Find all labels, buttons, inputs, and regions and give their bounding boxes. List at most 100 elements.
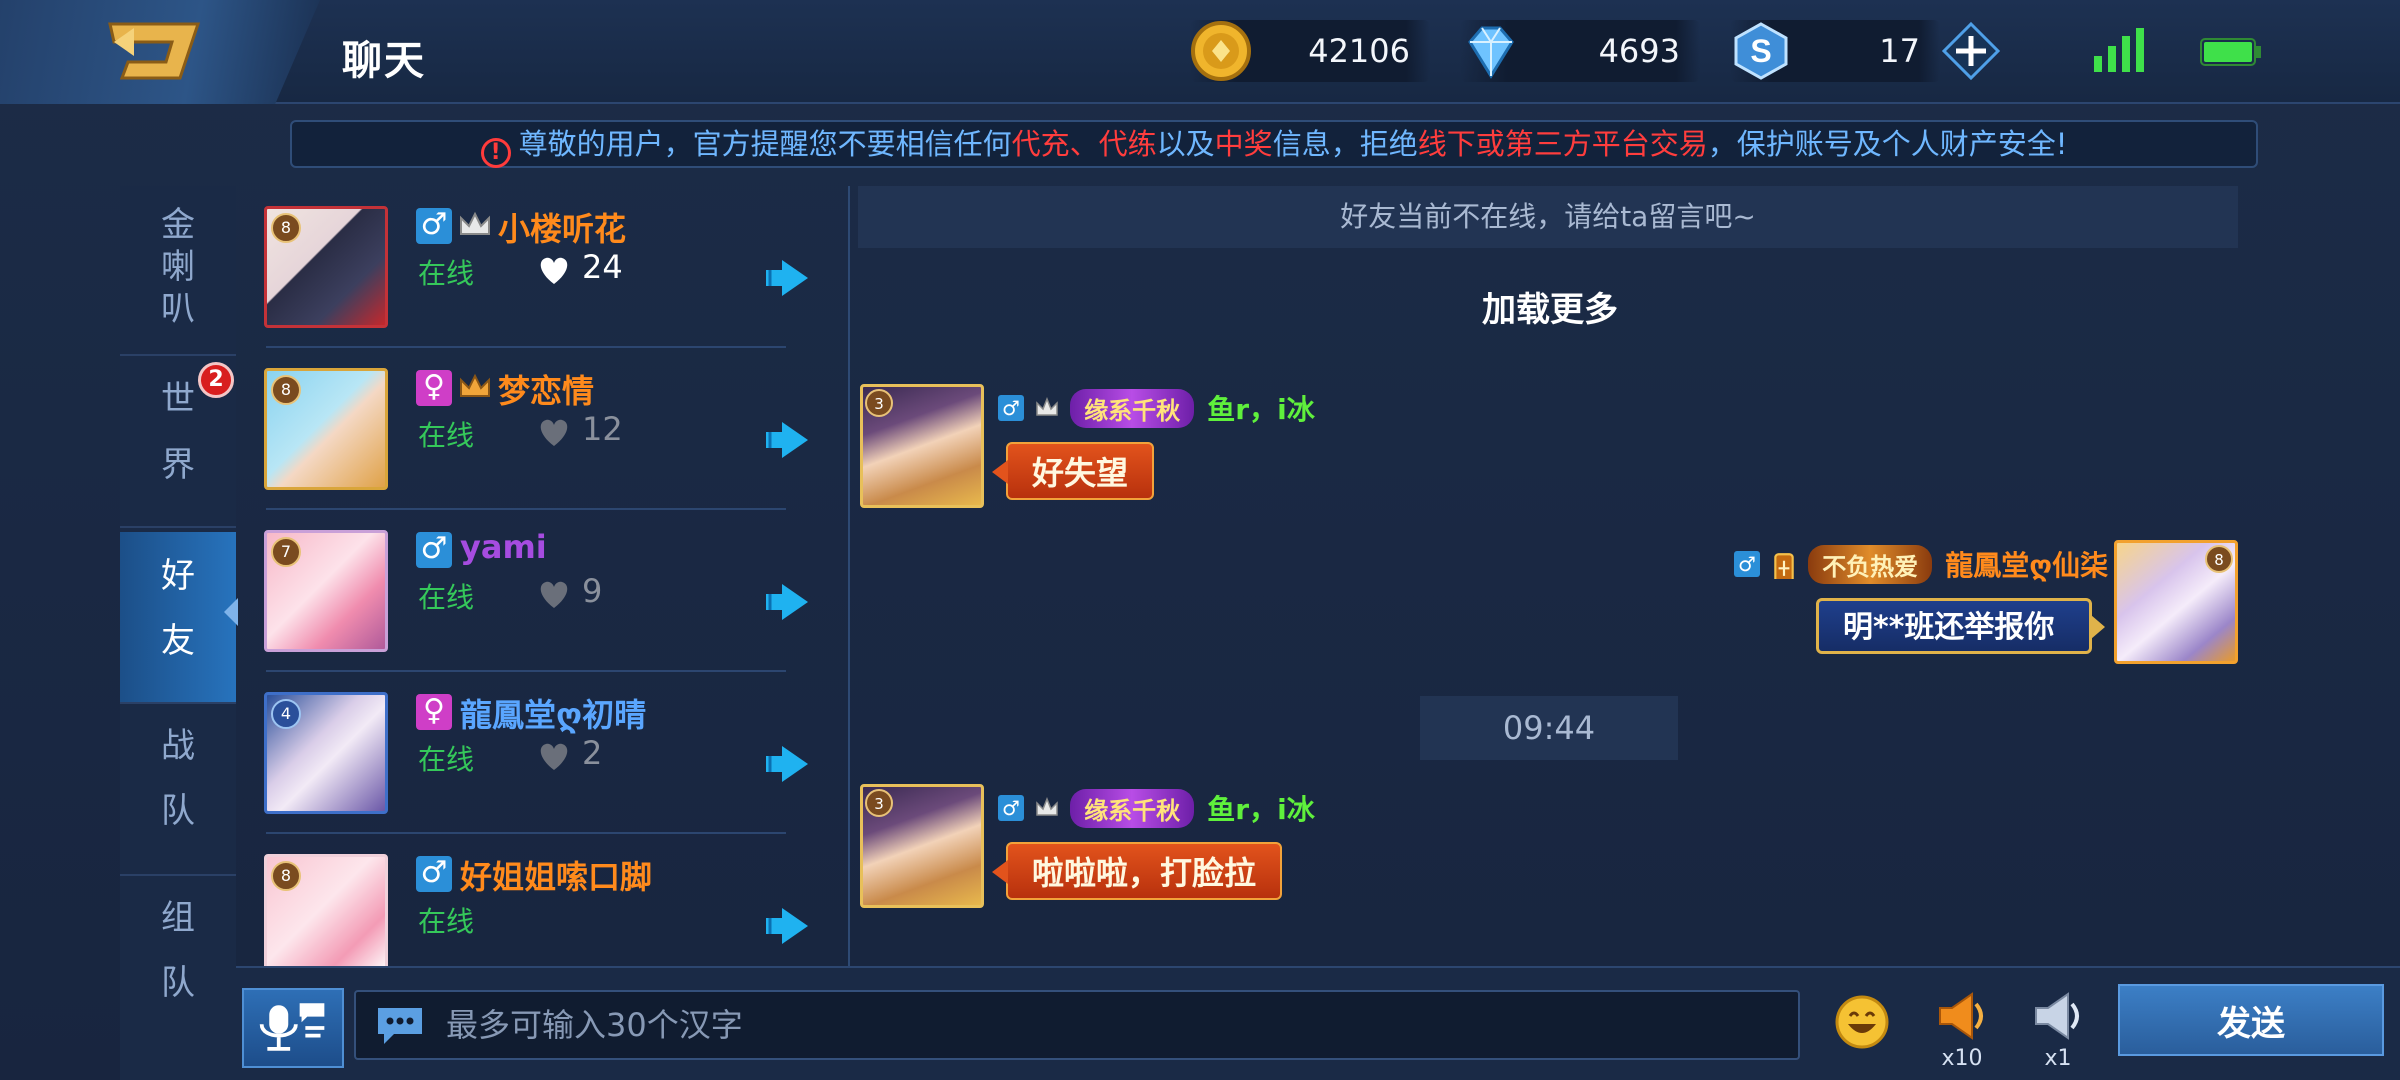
message-sender: ♂ 不负热爱 龍鳳堂ღ仙柒 [1734, 544, 2108, 584]
gold-coin-icon [1191, 21, 1251, 81]
tab-world[interactable]: 世 界 2 [120, 356, 236, 528]
gold-value: 42106 [1308, 32, 1410, 70]
voucher-counter: S 17 [1730, 20, 1940, 82]
page-title: 聊天 [342, 38, 426, 84]
avatar: 7 [264, 530, 388, 652]
message-bubble: 明**班还举报你 [1816, 598, 2105, 654]
avatar: 4 [264, 692, 388, 814]
chevron-right-icon[interactable] [766, 420, 810, 460]
friend-list: 8 ♂ 小楼听花 在线 24 8 ♀ 梦恋情 在线 12 7 ♂ yami 在线… [236, 186, 850, 966]
sender-name: 鱼r，i冰 [1207, 393, 1315, 426]
voucher-icon: S [1734, 22, 1788, 80]
loudspeaker-icon [1939, 992, 1983, 1040]
heart-count: 2 [582, 734, 603, 772]
male-icon: ♂ [1734, 551, 1760, 577]
friend-row[interactable]: 7 ♂ yami 在线 9 [236, 510, 848, 672]
security-notice: ! 尊敬的用户，官方提醒您不要相信任何代充、代练以及中奖信息，拒绝线下或第三方平台… [290, 120, 2258, 168]
friend-row[interactable]: 8 ♂ 小楼听花 在线 24 [236, 186, 848, 348]
big-horn-button[interactable]: x10 [1932, 988, 1992, 1080]
loudspeaker-icon [2035, 992, 2079, 1040]
diamond-value: 4693 [1598, 32, 1680, 70]
channel-tabs: 金 喇 叭 世 界 2 好 友 战 队 组 队 [120, 186, 238, 1080]
avatar: 8 [264, 206, 388, 328]
online-status: 在线 [418, 905, 475, 938]
gold-counter: 42106 [1190, 20, 1430, 82]
friend-name: 龍鳳堂ღ初晴 [460, 696, 647, 734]
online-status: 在线 [418, 257, 475, 290]
online-status: 在线 [418, 419, 475, 452]
sender-name: 龍鳳堂ღ仙柒 [1945, 549, 2109, 582]
heart-count: 24 [582, 248, 623, 286]
message-sender: ♂ 缘系千秋 鱼r，i冰 [998, 388, 1315, 428]
chevron-right-icon[interactable] [766, 744, 810, 784]
chevron-right-icon[interactable] [766, 906, 810, 946]
diamond-counter: 4693 [1460, 20, 1700, 82]
heart-count: 12 [582, 410, 623, 448]
male-icon: ♂ [998, 795, 1024, 821]
title-badge: 缘系千秋 [1070, 388, 1195, 428]
heart-icon [540, 257, 568, 284]
message-timestamp: 09:44 [1420, 696, 1678, 760]
title-badge: 缘系千秋 [1070, 788, 1195, 828]
male-icon: ♂ [416, 856, 452, 892]
chevron-right-icon[interactable] [766, 582, 810, 622]
female-icon: ♀ [416, 370, 452, 406]
friend-row[interactable]: 8 ♂ 好姐姐嗦口脚 在线 [236, 834, 848, 966]
offline-notice: 好友当前不在线，请给ta留言吧~ [858, 186, 2238, 248]
avatar[interactable]: 3 [860, 784, 984, 908]
medal-icon [1774, 553, 1794, 579]
warning-icon: ! [480, 138, 511, 168]
friend-name: 梦恋情 [498, 372, 595, 410]
female-icon: ♀ [416, 694, 452, 730]
male-icon: ♂ [416, 208, 452, 244]
unread-badge: 2 [198, 362, 234, 398]
small-horn-button[interactable]: x1 [2028, 988, 2088, 1080]
male-icon: ♂ [998, 395, 1024, 421]
svg-text:S: S [1750, 33, 1771, 69]
load-more-button[interactable]: 加载更多 [1400, 282, 1700, 331]
sender-name: 鱼r，i冰 [1207, 793, 1315, 826]
friend-name: 小楼听花 [498, 210, 627, 248]
avatar: 8 [264, 854, 388, 966]
tab-party[interactable]: 组 队 [120, 876, 236, 1048]
online-status: 在线 [418, 581, 475, 614]
big-horn-count: x10 [1941, 1046, 1983, 1071]
friend-row[interactable]: 4 ♀ 龍鳳堂ღ初晴 在线 2 [236, 672, 848, 834]
title-badge: 不负热爱 [1808, 544, 1933, 584]
back-arrow-icon[interactable] [100, 16, 210, 86]
signal-icon [2094, 28, 2144, 72]
message-bubble: 好失望 [991, 442, 1155, 500]
heart-count: 9 [582, 572, 603, 610]
message-input[interactable] [354, 990, 1800, 1060]
send-button[interactable]: 发送 [2118, 984, 2384, 1056]
voucher-value: 17 [1879, 32, 1920, 70]
add-currency-button[interactable] [1940, 20, 2002, 82]
crown-icon [460, 211, 490, 235]
message-sender: ♂ 缘系千秋 鱼r，i冰 [998, 788, 1315, 828]
crown-icon [1036, 797, 1058, 816]
chevron-right-icon[interactable] [766, 258, 810, 298]
chat-bubble-icon [378, 1008, 422, 1044]
emoji-button[interactable] [1834, 994, 1890, 1050]
heart-icon [540, 581, 568, 608]
avatar[interactable]: 8 [2114, 540, 2238, 664]
avatar[interactable]: 3 [860, 384, 984, 508]
crown-icon [460, 373, 490, 397]
voice-input-button[interactable] [242, 988, 344, 1068]
crown-icon [1036, 397, 1058, 416]
microphone-icon [259, 1003, 325, 1051]
small-horn-count: x1 [2044, 1046, 2072, 1071]
battery-icon [2200, 38, 2261, 66]
friend-name: yami [460, 528, 547, 566]
top-bar: 聊天 42106 4693 S 17 [0, 0, 2400, 104]
tab-gold-horn[interactable]: 金 喇 叭 [120, 186, 236, 356]
online-status: 在线 [418, 743, 475, 776]
avatar: 8 [264, 368, 388, 490]
message-bubble: 啦啦啦，打脸拉 [991, 842, 1283, 900]
male-icon: ♂ [416, 532, 452, 568]
tab-friends[interactable]: 好 友 [120, 532, 238, 704]
tab-team[interactable]: 战 队 [120, 704, 236, 876]
heart-icon [540, 743, 568, 770]
friend-name: 好姐姐嗦口脚 [460, 858, 653, 896]
friend-row[interactable]: 8 ♀ 梦恋情 在线 12 [236, 348, 848, 510]
